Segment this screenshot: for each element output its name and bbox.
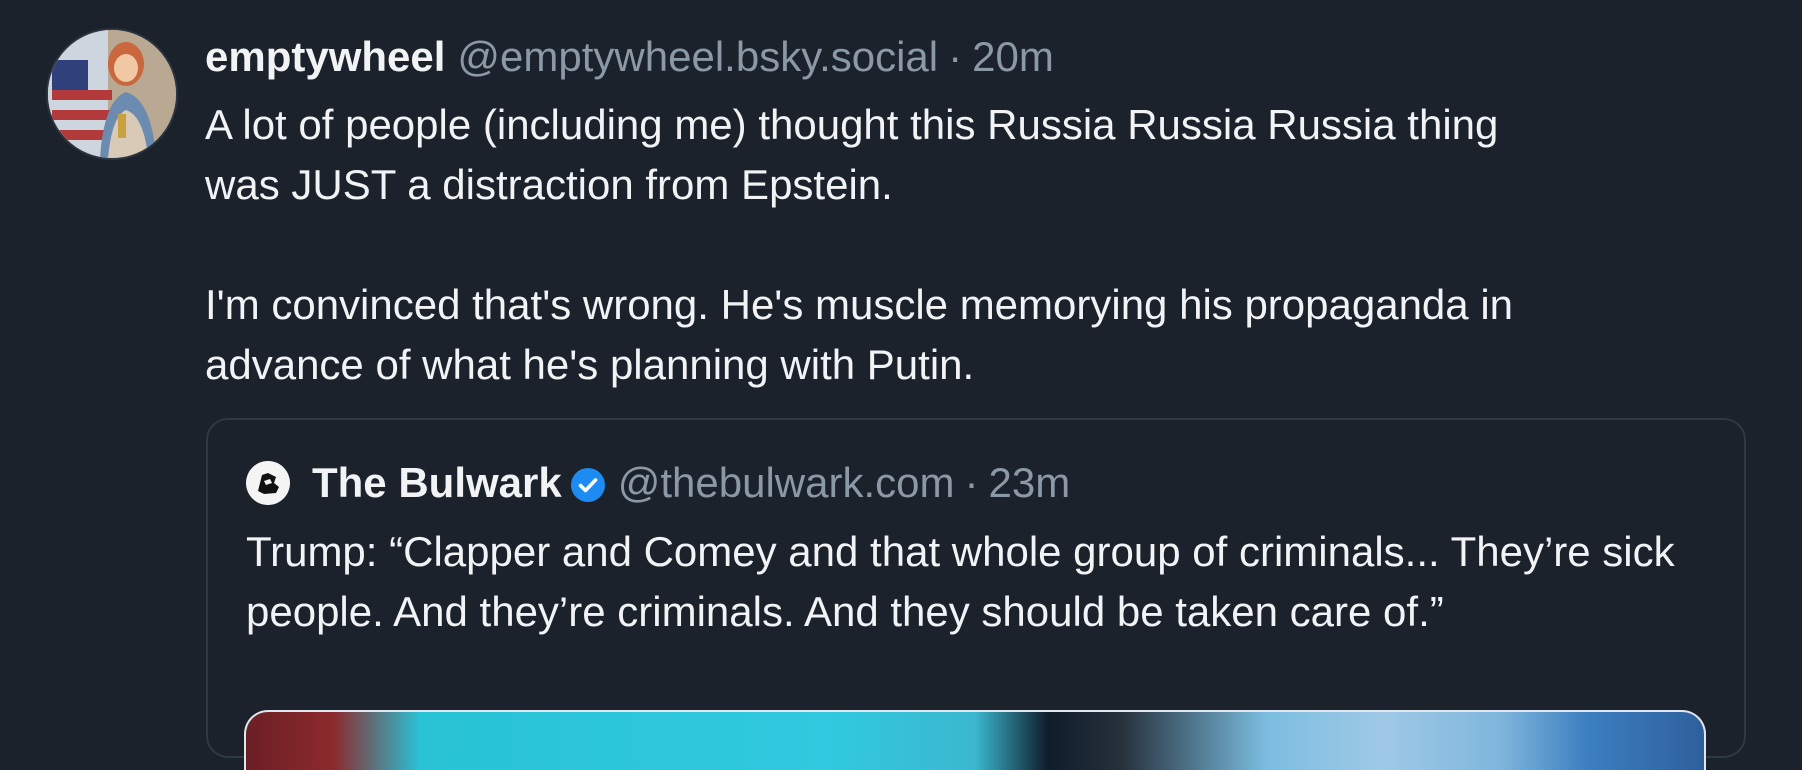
quoted-post-header: The Bulwark @thebulwark.com · 23m [246,454,1070,512]
post-body-text: A lot of people (including me) thought t… [205,101,1514,388]
post-timestamp[interactable]: 20m [972,30,1054,84]
author-avatar[interactable] [48,30,176,158]
author-display-name[interactable]: emptywheel [205,30,445,84]
verified-badge-icon[interactable] [570,465,606,502]
bulwark-logo-icon[interactable] [246,461,290,505]
quoted-author-handle[interactable]: @thebulwark.com [618,459,955,507]
quoted-post-card[interactable]: The Bulwark @thebulwark.com · 23m Trump:… [206,418,1746,770]
post[interactable]: emptywheel @emptywheel.bsky.social · 20m… [0,0,1802,770]
quoted-post-timestamp[interactable]: 23m [989,459,1071,507]
author-handle[interactable]: @emptywheel.bsky.social [457,30,938,84]
post-header: emptywheel @emptywheel.bsky.social · 20m [205,30,1054,84]
header-separator: · [948,33,963,80]
quoted-post-image[interactable] [244,710,1706,770]
quoted-author-display-name[interactable]: The Bulwark [312,459,562,507]
quoted-header-separator: · [964,459,979,506]
quoted-post-body-text: Trump: “Clapper and Comey and that whole… [246,528,1675,635]
